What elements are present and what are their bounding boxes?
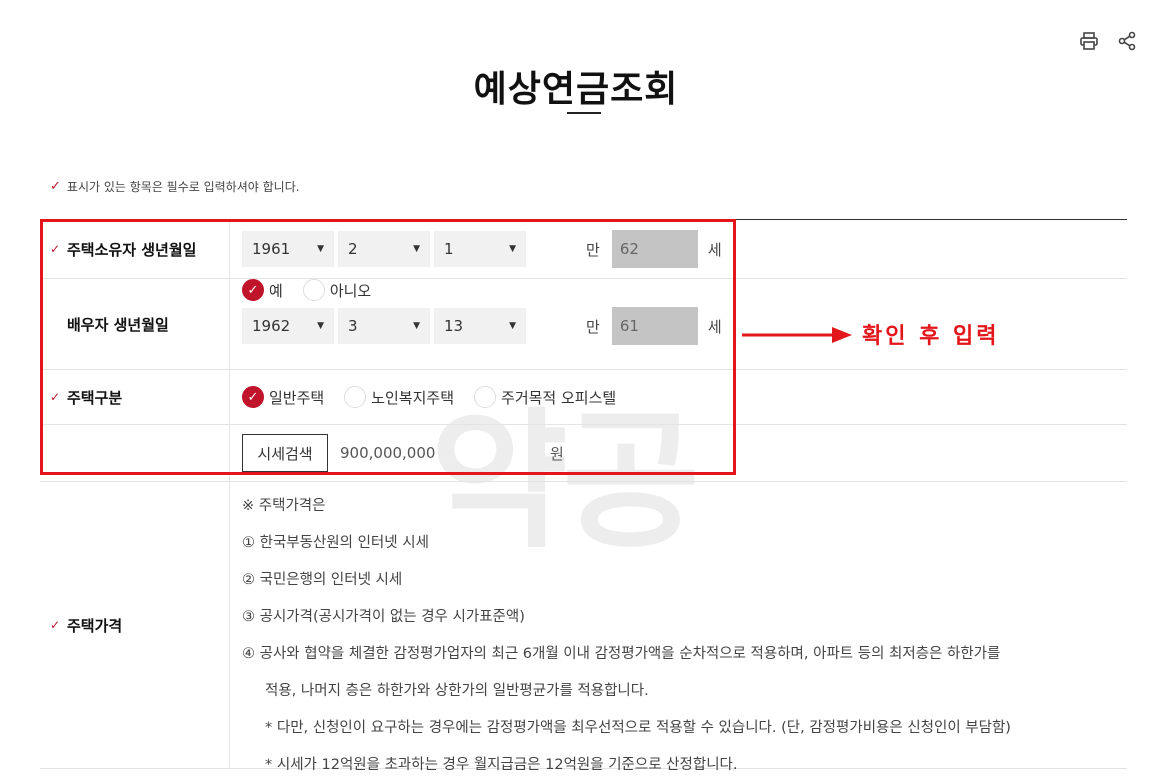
check-icon: ✓ <box>50 390 61 404</box>
info-line: ③ 공시가격(공시가격이 없는 경우 시가표준액) <box>242 609 525 625</box>
spouse-year-select[interactable]: 1962 ▼ <box>242 308 334 344</box>
price-search-button[interactable]: 시세검색 <box>242 434 328 472</box>
check-icon: ✓ <box>50 242 61 256</box>
info-line: ※ 주택가격은 <box>242 498 326 514</box>
house-type-radio-group: ✓ 일반주택 노인복지주택 주거목적 오피스텔 <box>242 370 1127 424</box>
price-info-list: ※ 주택가격은 ① 한국부동산원의 인터넷 시세 ② 국민은행의 인터넷 시세 … <box>242 482 1127 784</box>
label-owner-birth: ✓ 주택소유자 생년월일 <box>40 220 230 278</box>
caret-down-icon: ▼ <box>413 244 420 254</box>
spouse-month-select[interactable]: 3 ▼ <box>338 308 430 344</box>
owner-month-select[interactable]: 2 ▼ <box>338 231 430 267</box>
notice-text: 표시가 있는 항목은 필수로 입력하셔야 합니다. <box>66 180 300 194</box>
age-prefix: 만 <box>586 240 600 259</box>
printer-icon[interactable] <box>1078 30 1100 52</box>
top-toolbar <box>1078 30 1138 52</box>
check-icon: ✓ <box>50 179 61 194</box>
radio-icon[interactable] <box>344 386 367 408</box>
spouse-day-select[interactable]: 13 ▼ <box>434 308 526 344</box>
label-text: 주택소유자 생년월일 <box>67 240 197 259</box>
caret-down-icon: ▼ <box>413 321 420 331</box>
label-text: 배우자 생년월일 <box>67 315 169 334</box>
row-house-type: ✓ 주택구분 ✓ 일반주택 노인복지주택 주거목적 오피스텔 <box>40 370 1127 425</box>
radio-house-general[interactable]: ✓ 일반주택 <box>242 386 324 408</box>
radio-spouse-no[interactable]: 아니오 <box>302 279 371 301</box>
info-line: ② 국민은행의 인터넷 시세 <box>242 572 403 588</box>
share-icon[interactable] <box>1116 30 1138 52</box>
spouse-age-field: 61 <box>611 307 698 345</box>
owner-birth-selects: 1961 ▼ 2 ▼ 1 ▼ 만 62 세 <box>242 220 1127 278</box>
caret-down-icon: ▼ <box>317 244 324 254</box>
owner-year-select[interactable]: 1961 ▼ <box>242 231 334 267</box>
label-house-price: ✓ 주택가격 <box>40 482 230 768</box>
spouse-radio-group: ✓ 예 아니오 <box>242 279 1127 301</box>
radio-icon[interactable] <box>474 386 497 408</box>
radio-house-senior[interactable]: 노인복지주택 <box>344 386 454 408</box>
house-price-input[interactable]: 900,000,000 <box>340 444 550 462</box>
pension-form: ✓ 주택소유자 생년월일 1961 ▼ 2 ▼ 1 ▼ 만 62 세 배우자 생년월일… <box>40 219 1127 773</box>
info-note: * 다만, 신청인이 요구하는 경우에는 감정평가액을 최우선적으로 적용할 수… <box>265 720 1011 736</box>
radio-house-officetel[interactable]: 주거목적 오피스텔 <box>474 386 616 408</box>
info-line: ④ 공사와 협약을 체결한 감정평가업자의 최근 6개월 이내 감정평가액을 순… <box>242 646 1001 662</box>
age-unit: 세 <box>707 317 722 336</box>
age-unit: 세 <box>707 240 722 259</box>
label-text: 주택가격 <box>67 616 123 635</box>
caret-down-icon: ▼ <box>509 321 516 331</box>
check-icon: ✓ <box>50 618 61 632</box>
label-text: 주택구분 <box>67 388 123 407</box>
info-line: 적용, 나머지 층은 하한가와 상한가의 일반평균가를 적용합니다. <box>265 683 649 699</box>
checked-radio-icon[interactable]: ✓ <box>242 279 264 301</box>
caret-down-icon: ▼ <box>317 321 324 331</box>
label-empty <box>40 425 230 481</box>
row-owner-birth: ✓ 주택소유자 생년월일 1961 ▼ 2 ▼ 1 ▼ 만 62 세 <box>40 220 1127 279</box>
owner-day-select[interactable]: 1 ▼ <box>434 231 526 267</box>
title-underline <box>567 112 601 114</box>
radio-spouse-yes[interactable]: ✓ 예 <box>242 279 283 301</box>
price-unit: 원 <box>550 444 564 463</box>
info-line: ① 한국부동산원의 인터넷 시세 <box>242 535 429 551</box>
annotation-text: 확인 후 입력 <box>862 324 1000 349</box>
owner-age-field: 62 <box>611 230 698 268</box>
age-prefix: 만 <box>586 317 600 336</box>
page-title: 예상연금조회 <box>473 69 679 110</box>
arrow-right-icon <box>742 326 854 348</box>
row-house-price-info: ✓ 주택가격 ※ 주택가격은 ① 한국부동산원의 인터넷 시세 ② 국민은행의 … <box>40 482 1127 773</box>
caret-down-icon: ▼ <box>509 244 516 254</box>
radio-icon[interactable] <box>302 279 325 301</box>
row-house-price-input: 시세검색 900,000,000 원 <box>40 425 1127 482</box>
label-house-type: ✓ 주택구분 <box>40 370 230 424</box>
info-note: * 시세가 12억원을 초과하는 경우 월지급금은 12억원을 기준으로 산정합… <box>265 757 738 773</box>
label-spouse-birth: 배우자 생년월일 <box>40 279 230 369</box>
required-notice: ✓ 표시가 있는 항목은 필수로 입력하셔야 합니다. <box>50 178 300 195</box>
checked-radio-icon[interactable]: ✓ <box>242 386 264 408</box>
